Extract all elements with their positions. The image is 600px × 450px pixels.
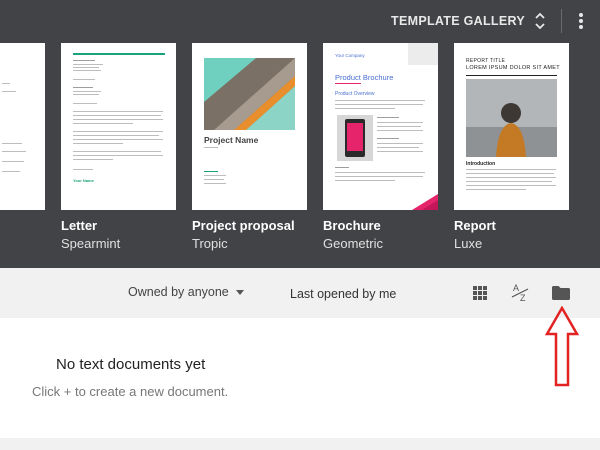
owner-filter-dropdown[interactable]: Owned by anyone — [128, 285, 244, 299]
template-name[interactable]: Report — [454, 218, 496, 233]
grid-view-button[interactable] — [468, 281, 492, 305]
brochure-thumb-section: Product Overview — [335, 91, 375, 97]
template-caption-letter: Letter Spearmint — [61, 218, 120, 251]
folder-icon — [552, 286, 570, 300]
template-gallery-toggle[interactable]: TEMPLATE GALLERY — [391, 14, 525, 28]
dropdown-caret-icon — [235, 289, 244, 295]
template-thumb-project-proposal[interactable]: Project Name — [192, 43, 307, 210]
template-thumb-partial[interactable] — [0, 43, 45, 210]
owner-filter-label: Owned by anyone — [128, 285, 229, 299]
empty-state-title: No text documents yet — [56, 356, 206, 373]
template-name[interactable]: Project proposal — [192, 218, 295, 233]
template-style: Tropic — [192, 236, 228, 251]
report-cover-photo — [466, 79, 557, 157]
up-arrow-annotation-icon — [544, 306, 580, 387]
svg-text:Z: Z — [520, 293, 526, 303]
more-vert-icon — [579, 13, 583, 29]
template-thumb-brochure[interactable]: Your Company Product Brochure Product Ov… — [323, 43, 438, 210]
brochure-corner-art — [412, 194, 438, 210]
sort-label[interactable]: Last opened by me — [290, 287, 396, 301]
report-thumb-section: Introduction — [466, 161, 496, 167]
phone-illustration — [337, 115, 373, 161]
template-caption-project-proposal: Project proposal Tropic — [192, 218, 295, 251]
empty-state: No text documents yet Click + to create … — [0, 318, 600, 438]
svg-text:A: A — [513, 283, 519, 293]
gallery-header: TEMPLATE GALLERY — [391, 0, 600, 42]
template-gallery: TEMPLATE GALLERY Your Name Project Name … — [0, 0, 600, 268]
template-name[interactable]: Brochure — [323, 218, 383, 233]
report-thumb-subtitle: LOREM IPSUM DOLOR SIT AMET — [466, 65, 560, 71]
letter-thumb-name: Your Name — [73, 178, 94, 183]
template-caption-brochure: Brochure Geometric — [323, 218, 383, 251]
sort-az-icon: A Z — [511, 283, 529, 303]
more-options-button[interactable] — [566, 6, 596, 36]
documents-toolbar: Owned by anyone Last opened by me A Z — [0, 268, 600, 318]
template-style: Geometric — [323, 236, 383, 251]
brochure-thumb-title: Product Brochure — [335, 73, 394, 82]
file-picker-button[interactable] — [549, 281, 573, 305]
report-thumb-title: REPORT TITLE — [466, 58, 506, 64]
grid-view-icon — [473, 286, 487, 300]
template-style: Spearmint — [61, 236, 121, 251]
empty-state-subtitle: Click + to create a new document. — [32, 384, 229, 399]
template-name[interactable]: Letter — [61, 218, 120, 233]
unfold-less-icon[interactable] — [533, 9, 547, 33]
template-caption-report: Report Luxe — [454, 218, 496, 251]
template-thumb-letter[interactable]: Your Name — [61, 43, 176, 210]
header-divider — [561, 9, 562, 33]
sort-az-button[interactable]: A Z — [508, 281, 532, 305]
template-style: Luxe — [454, 236, 483, 251]
proposal-thumb-title: Project Name — [204, 135, 259, 145]
proposal-cover-art — [204, 58, 295, 130]
template-thumb-report[interactable]: REPORT TITLE LOREM IPSUM DOLOR SIT AMET … — [454, 43, 569, 210]
brochure-thumb-company: Your Company — [335, 53, 365, 58]
